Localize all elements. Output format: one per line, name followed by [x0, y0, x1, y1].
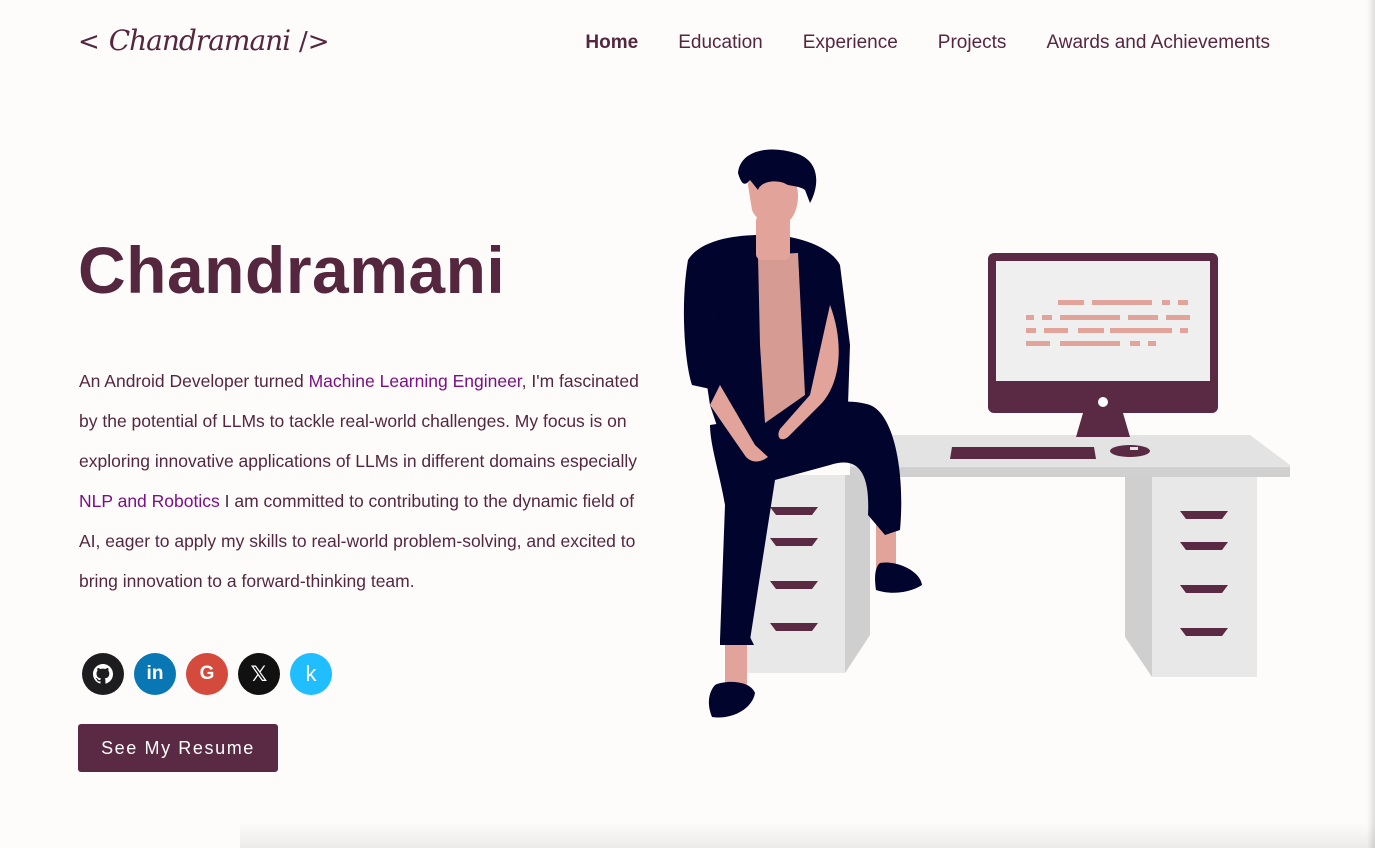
google-icon[interactable]: G [186, 653, 228, 695]
bio-highlight-nlp: NLP and Robotics [79, 491, 220, 511]
site-logo[interactable]: < Chandramani /> [78, 24, 330, 57]
nav-awards[interactable]: Awards and Achievements [1046, 32, 1270, 54]
resume-button[interactable]: See My Resume [78, 724, 278, 772]
social-links: in G 𝕏 k [82, 653, 332, 695]
logo-open-bracket: < [78, 27, 100, 57]
hero-bio: An Android Developer turned Machine Lear… [79, 361, 659, 601]
logo-close-bracket: /> [299, 27, 330, 57]
kaggle-icon[interactable]: k [290, 653, 332, 695]
hero-title: Chandramani [78, 233, 506, 307]
nav-projects[interactable]: Projects [938, 32, 1007, 54]
nav-education[interactable]: Education [678, 32, 763, 54]
nav-home[interactable]: Home [585, 32, 638, 54]
nav-experience[interactable]: Experience [803, 32, 898, 54]
main-nav: Home Education Experience Projects Award… [585, 32, 1270, 54]
site-header: < Chandramani /> Home Education Experien… [0, 0, 1375, 90]
bio-highlight-ml: Machine Learning Engineer [308, 371, 522, 391]
section-shadow [240, 822, 1375, 848]
developer-desk-illustration [683, 149, 1290, 718]
github-icon[interactable] [82, 653, 124, 695]
logo-signature: Chandramani [108, 24, 291, 57]
bio-text-1: An Android Developer turned [79, 371, 309, 391]
scrollbar-track[interactable] [1367, 0, 1375, 848]
x-icon[interactable]: 𝕏 [238, 653, 280, 695]
linkedin-icon[interactable]: in [134, 653, 176, 695]
